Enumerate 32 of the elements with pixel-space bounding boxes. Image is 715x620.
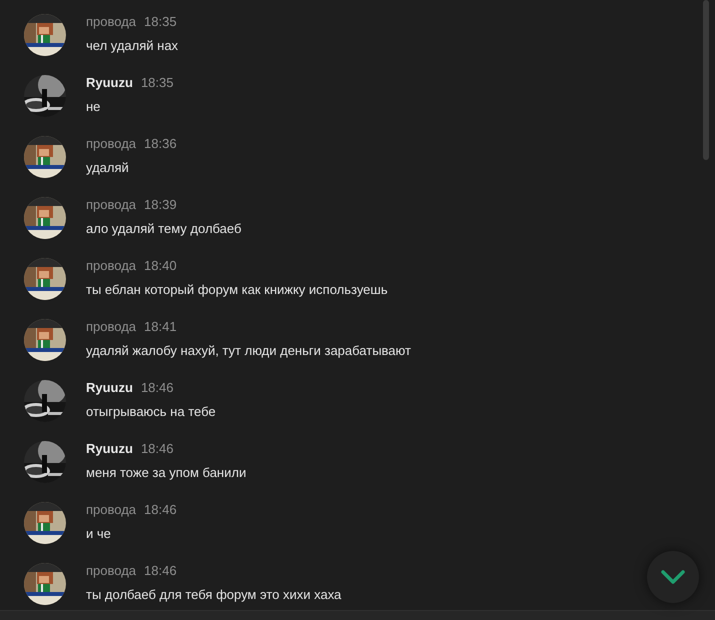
message-time: 18:35: [140, 74, 174, 92]
author-name[interactable]: провода: [86, 12, 136, 32]
message-text: удаляй: [86, 158, 130, 177]
message-text: ты еблан который форум как книжку используешь: [86, 280, 388, 299]
message-time: 18:41: [144, 318, 177, 336]
scrollbar-thumb[interactable]: [703, 0, 709, 160]
author-name[interactable]: Ryuuzu: [86, 73, 133, 92]
message-time: 18:46: [140, 440, 174, 458]
message-text: не: [86, 98, 102, 116]
author-name[interactable]: провода: [86, 134, 136, 154]
author-name[interactable]: провода: [86, 561, 136, 580]
author-name[interactable]: Ryuuzu: [86, 378, 133, 398]
message-time: 18:46: [140, 379, 174, 397]
chevron-down-icon: [660, 569, 686, 585]
message-text: чел удаляй нах: [86, 36, 178, 55]
author-name[interactable]: провода: [86, 195, 136, 214]
message-text: ты долбаеб для тебя форум это хихи хаха: [86, 586, 342, 604]
message-time: 18:40: [144, 257, 177, 275]
message-text: меня тоже за упом банили: [86, 464, 246, 482]
message-time: 18:46: [144, 562, 177, 580]
author-name[interactable]: Ryuuzu: [86, 439, 133, 458]
message-time: 18:39: [144, 196, 177, 214]
message-time: 18:46: [144, 501, 177, 519]
author-name[interactable]: провода: [86, 317, 136, 336]
message-text: отыгрываюсь на тебе: [86, 402, 216, 421]
author-name[interactable]: провода: [86, 256, 136, 276]
message-time: 18:35: [144, 13, 177, 31]
message-text: ало удаляй тему долбаеб: [86, 220, 242, 238]
author-name[interactable]: провода: [86, 500, 136, 520]
message-time: 18:36: [144, 135, 177, 153]
message-text: удаляй жалобу нахуй, тут люди деньги зарабатывают: [86, 342, 411, 360]
message-text: и че: [86, 524, 112, 542]
